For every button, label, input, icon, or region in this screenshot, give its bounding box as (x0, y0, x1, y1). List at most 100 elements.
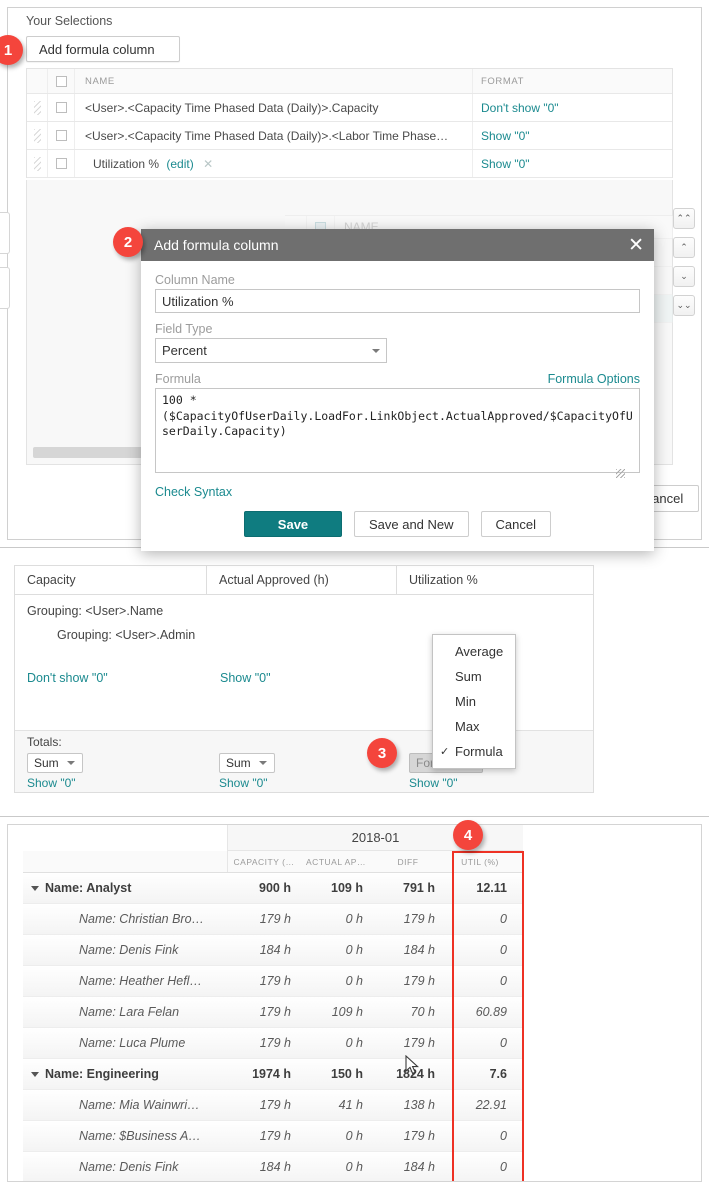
grid-row-name: Name: Heather Hefl… (79, 974, 202, 988)
select-all-checkbox[interactable] (55, 75, 67, 87)
grid-row[interactable]: Name: Mia Wainwri… 179 h 41 h 138 h 22.9… (23, 1090, 523, 1121)
close-icon[interactable]: ✕ (628, 236, 644, 255)
grid-row[interactable]: Name: Luca Plume 179 h 0 h 179 h 0 (23, 1028, 523, 1059)
dialog-title: Add formula column (154, 237, 279, 253)
row-checkbox[interactable] (55, 158, 67, 169)
menu-item-label: Formula (455, 744, 503, 759)
grid-row[interactable]: Name: Christian Bro… 179 h 0 h 179 h 0 (23, 904, 523, 935)
row-checkbox-cell[interactable] (47, 94, 75, 121)
move-to-top-icon[interactable]: ⌃⌃ (673, 208, 695, 229)
grid-cell-util: 7.6 (489, 1067, 507, 1081)
grid-row-name: Name: Mia Wainwri… (79, 1098, 200, 1112)
row-format-link[interactable]: Show "0" (481, 129, 530, 143)
grid-cell-capacity: 1974 h (252, 1067, 291, 1081)
grouping-level-2: Grouping: <User>.Admin (57, 628, 196, 642)
add-formula-column-button[interactable]: Add formula column (26, 36, 180, 62)
grid-cell-diff: 184 h (403, 1160, 435, 1174)
selections-table-header: NAME FORMAT (27, 69, 672, 94)
table-row[interactable]: Utilization % (edit) ✕ Show "0" (27, 150, 672, 178)
grid-row-name: Name: Luca Plume (79, 1036, 186, 1050)
grid-col-util: UTIL (%) (461, 856, 499, 867)
grid-inner: 2018-01 CAPACITY (… ACTUAL AP… DIFF UTIL… (23, 825, 523, 1181)
grid-cell-capacity: 179 h (259, 1129, 291, 1143)
left-edge-stub-button-1[interactable] (0, 212, 10, 254)
row-checkbox[interactable] (55, 102, 67, 113)
totals-combo-actual-value: Sum (226, 756, 251, 770)
field-type-label: Field Type (155, 322, 213, 336)
totals-show-link-1[interactable]: Show "0" (27, 776, 76, 790)
grid-cell-diff: 791 h (403, 881, 435, 895)
row-name: Utilization % (edit) ✕ (75, 157, 472, 171)
menu-item-sum[interactable]: Sum (433, 664, 515, 689)
grid-cell-actual: 0 h (345, 943, 363, 957)
expand-collapse-icon[interactable] (31, 1071, 39, 1077)
grid-row-name: Name: Lara Felan (79, 1005, 180, 1019)
formula-textarea[interactable] (155, 388, 640, 473)
grid-row[interactable]: Name: Lara Felan 179 h 109 h 70 h 60.89 (23, 997, 523, 1028)
totals-table-header: Capacity Actual Approved (h) Utilization… (15, 566, 593, 595)
totals-configuration-panel: Capacity Actual Approved (h) Utilization… (0, 548, 709, 816)
row-checkbox-cell[interactable] (47, 122, 75, 149)
totals-format-link-2[interactable]: Show "0" (220, 671, 271, 685)
move-down-icon[interactable]: ⌄ (673, 266, 695, 287)
your-selections-title: Your Selections (26, 14, 113, 28)
formula-label: Formula (155, 372, 201, 386)
grid-cell-util: 60.89 (475, 1005, 507, 1019)
grid-row[interactable]: Name: Denis Fink 184 h 0 h 184 h 0 (23, 1152, 523, 1181)
save-button[interactable]: Save (243, 511, 342, 537)
chevron-down-icon (258, 761, 267, 765)
field-type-select[interactable]: Percent (155, 338, 387, 363)
cancel-button[interactable]: Cancel (480, 511, 552, 537)
left-edge-stub-button-2[interactable] (0, 267, 10, 309)
grid-group-row[interactable]: Name: Engineering 1974 h 150 h 1824 h 7.… (23, 1059, 523, 1090)
totals-combo-capacity-value: Sum (34, 756, 59, 770)
grid-cell-capacity: 179 h (259, 974, 291, 988)
results-grid: 2018-01 CAPACITY (… ACTUAL AP… DIFF UTIL… (7, 824, 702, 1182)
resize-grip-icon[interactable] (616, 469, 625, 478)
grid-row-name: Name: Denis Fink (79, 943, 179, 957)
grid-cell-diff: 179 h (403, 974, 435, 988)
menu-item-max[interactable]: Max (433, 714, 515, 739)
menu-item-min[interactable]: Min (433, 689, 515, 714)
grid-column-header-row: CAPACITY (… ACTUAL AP… DIFF UTIL (%) (23, 851, 523, 873)
grid-row[interactable]: Name: Denis Fink 184 h 0 h 184 h 0 (23, 935, 523, 966)
grid-row[interactable]: Name: $Business A… 179 h 0 h 179 h 0 (23, 1121, 523, 1152)
grid-cell-util: 22.91 (475, 1098, 507, 1112)
menu-item-average[interactable]: Average (433, 639, 515, 664)
grid-group-row[interactable]: Name: Analyst 900 h 109 h 791 h 12.11 (23, 873, 523, 904)
move-to-bottom-icon[interactable]: ⌄⌄ (673, 295, 695, 316)
totals-format-link-1[interactable]: Don't show "0" (27, 671, 108, 685)
move-up-icon[interactable]: ⌃ (673, 237, 695, 258)
totals-header-capacity: Capacity (15, 566, 207, 594)
column-header-format: FORMAT (472, 69, 672, 93)
drag-handle-icon[interactable] (27, 100, 47, 115)
row-format-link[interactable]: Show "0" (481, 157, 530, 171)
expand-collapse-icon[interactable] (31, 885, 39, 891)
check-syntax-link[interactable]: Check Syntax (155, 485, 232, 499)
totals-combo-capacity[interactable]: Sum (27, 753, 83, 773)
column-name-input[interactable] (155, 289, 640, 313)
grid-row[interactable]: Name: Heather Hefl… 179 h 0 h 179 h 0 (23, 966, 523, 997)
row-remove-icon[interactable]: ✕ (203, 157, 213, 171)
totals-show-link-3[interactable]: Show "0" (409, 776, 458, 790)
row-name: <User>.<Capacity Time Phased Data (Daily… (85, 128, 449, 143)
grid-cell-diff: 179 h (403, 1036, 435, 1050)
drag-handle-icon[interactable] (27, 128, 47, 143)
drag-handle-icon[interactable] (27, 156, 47, 171)
menu-item-formula[interactable]: ✓ Formula (433, 739, 515, 764)
row-checkbox[interactable] (55, 130, 67, 141)
formula-options-link[interactable]: Formula Options (548, 372, 640, 386)
row-edit-link[interactable]: (edit) (166, 157, 193, 171)
row-format-link[interactable]: Don't show "0" (481, 101, 559, 115)
row-checkbox-cell[interactable] (47, 150, 75, 177)
totals-show-link-2[interactable]: Show "0" (219, 776, 268, 790)
grid-row-name: Name: Christian Bro… (79, 912, 205, 926)
save-and-new-button[interactable]: Save and New (353, 511, 469, 537)
table-row[interactable]: <User>.<Capacity Time Phased Data (Daily… (27, 94, 672, 122)
select-all-checkbox-cell[interactable] (47, 69, 75, 93)
table-row[interactable]: <User>.<Capacity Time Phased Data (Daily… (27, 122, 672, 150)
grid-cell-capacity: 179 h (259, 1036, 291, 1050)
totals-combo-actual[interactable]: Sum (219, 753, 275, 773)
grid-cell-diff: 184 h (403, 943, 435, 957)
grid-row-name: Name: Engineering (23, 1059, 228, 1089)
